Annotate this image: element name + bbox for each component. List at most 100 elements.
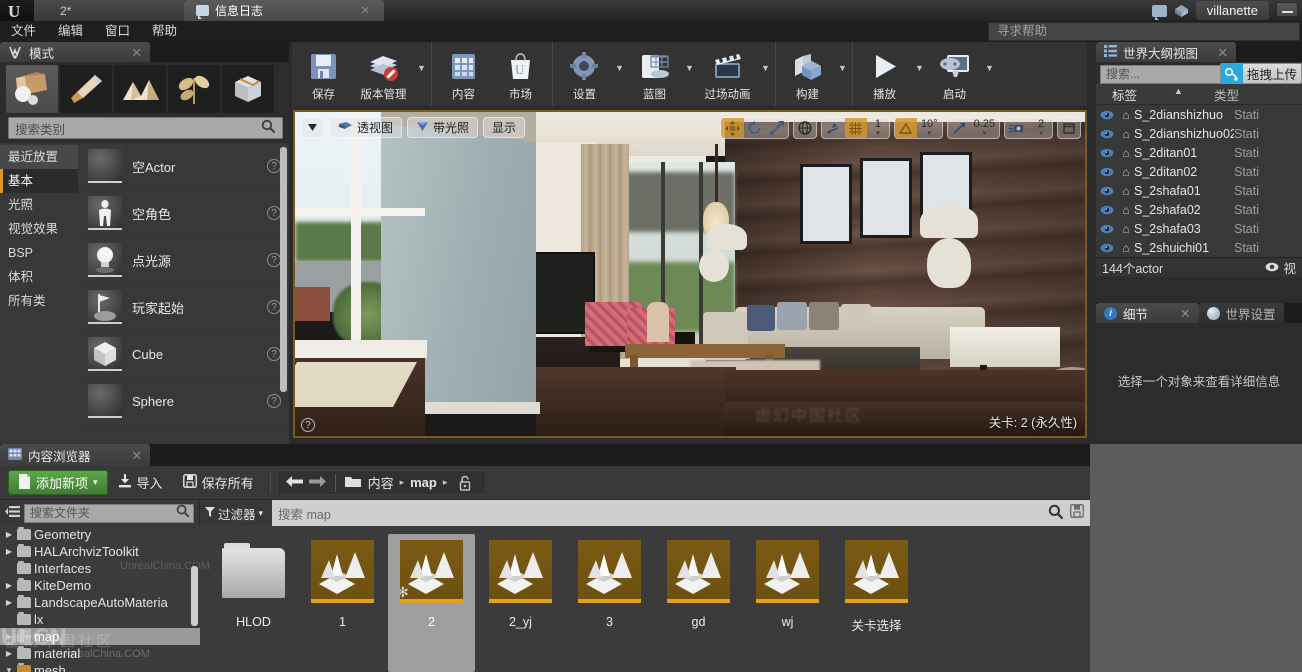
chevron-right-icon[interactable]: ▶ (4, 547, 14, 556)
scale-mode-button[interactable] (766, 118, 788, 138)
landscape-mode-button[interactable] (114, 65, 166, 113)
menu-edit[interactable]: 编辑 (47, 21, 94, 42)
modes-search-input[interactable]: 搜索类别 (8, 117, 283, 139)
filter-button[interactable]: 过滤器 ▾ (200, 500, 272, 526)
world-coords-button[interactable] (794, 118, 816, 138)
tree-node-geometry[interactable]: ▶ Geometry (0, 526, 200, 543)
folder-search-input[interactable]: 搜索文件夹 (24, 503, 194, 523)
eye-icon[interactable] (1096, 205, 1118, 215)
category-recently-placed[interactable]: 最近放置 (0, 145, 78, 169)
table-row[interactable]: ⌂ S_2ditan02 Stati (1096, 162, 1302, 181)
menu-window[interactable]: 窗口 (94, 21, 141, 42)
table-row[interactable]: ⌂ S_2shafa02 Stati (1096, 200, 1302, 219)
tree-node-landscapeautomaterial[interactable]: ▶ LandscapeAutoMateria (0, 594, 200, 611)
eye-icon[interactable] (1096, 148, 1118, 158)
rotation-snap-toggle[interactable] (894, 118, 917, 138)
tab-content-browser[interactable]: 内容浏览器 ✕ (0, 444, 150, 466)
help-icon[interactable]: ? (267, 159, 281, 173)
blueprint-button[interactable]: 蓝图 (626, 42, 683, 106)
tree-node-material[interactable]: ▶ material (0, 645, 200, 662)
category-volumes[interactable]: 体积 (0, 265, 78, 289)
arrow-right-icon[interactable] (308, 475, 326, 491)
build-button[interactable]: 构建 (779, 42, 836, 106)
foliage-mode-button[interactable] (168, 65, 220, 113)
chat-bubble-icon[interactable] (1151, 4, 1167, 20)
list-item[interactable]: 玩家起始 ? (78, 284, 289, 331)
table-row[interactable]: ⌂ S_2dianshizhuo Stati (1096, 105, 1302, 124)
asset-tile-level-selected[interactable]: ✻ 2 (388, 534, 475, 672)
close-icon[interactable]: ✕ (1208, 45, 1228, 60)
chevron-right-icon[interactable]: ▶ (4, 598, 14, 607)
chevron-right-icon[interactable]: ▶ (4, 632, 14, 641)
chevron-down-icon[interactable]: ▼ (415, 42, 428, 106)
maximize-viewport-button[interactable] (1058, 118, 1080, 138)
eye-icon[interactable] (1096, 110, 1118, 120)
scale-snap-toggle[interactable] (948, 118, 970, 138)
tab-details[interactable]: i 细节 ✕ (1096, 303, 1199, 323)
rotate-mode-button[interactable] (744, 118, 766, 138)
eye-icon[interactable] (1265, 261, 1279, 275)
launcher-icon[interactable] (1174, 4, 1189, 18)
column-label[interactable]: 标签 (1096, 85, 1214, 104)
place-mode-button[interactable] (6, 65, 58, 113)
help-icon[interactable]: ? (267, 347, 281, 361)
list-item[interactable]: Cube ? (78, 331, 289, 378)
tree-node-mesh[interactable]: ▼ mesh (0, 662, 200, 672)
help-search-input[interactable]: 寻求帮助 (988, 22, 1300, 41)
chevron-down-icon[interactable]: ▼ (983, 42, 996, 106)
view-show-button[interactable]: 显示 (483, 117, 526, 138)
chevron-down-icon[interactable]: ▼ (913, 42, 926, 106)
category-lights[interactable]: 光照 (0, 193, 78, 217)
tab-modes[interactable]: 模式 ✕ (0, 42, 150, 62)
asset-tile-level[interactable]: wj (744, 534, 831, 672)
paint-mode-button[interactable] (60, 65, 112, 113)
category-all-classes[interactable]: 所有类 (0, 289, 78, 313)
tree-node-interfaces[interactable]: Interfaces (0, 560, 200, 577)
scale-snap-value[interactable]: 0.25 ▾ (970, 118, 999, 138)
rotation-snap-value[interactable]: 10° ▾ (917, 118, 942, 138)
table-row[interactable]: ⌂ S_2shuichi01 Stati (1096, 238, 1302, 257)
tab-message-log[interactable]: 信息日志 ✕ (184, 0, 384, 21)
eye-icon[interactable] (1096, 167, 1118, 177)
minimize-icon[interactable] (1276, 2, 1298, 17)
help-icon[interactable]: ? (267, 394, 281, 408)
chevron-down-icon[interactable]: ▼ (759, 42, 772, 106)
asset-tile-level[interactable]: gd (655, 534, 742, 672)
asset-tile-level[interactable]: 2_yj (477, 534, 564, 672)
tree-node-map[interactable]: ▶ map (0, 628, 200, 645)
tab-project[interactable]: 2* (34, 0, 184, 21)
level-viewport[interactable]: 虚幻中国社区 透视图 带光照 显示 1 ▾ 10° ▾ 0.25 ▾ 2 ▾ ?… (293, 110, 1087, 438)
help-icon[interactable]: ? (267, 300, 281, 314)
chevron-down-icon[interactable]: ▼ (4, 666, 14, 672)
surface-snap-button[interactable] (822, 118, 845, 138)
category-visual-effects[interactable]: 视觉效果 (0, 217, 78, 241)
tree-node-halarchviztoolkit[interactable]: ▶ HALArchvizToolkit (0, 543, 200, 560)
unlock-icon[interactable] (453, 471, 477, 495)
view-perspective-button[interactable]: 透视图 (329, 117, 403, 138)
tree-toggle-icon[interactable] (5, 505, 20, 521)
asset-tile-level[interactable]: 关卡选择 (833, 534, 920, 672)
table-row[interactable]: ⌂ S_2shafa01 Stati (1096, 181, 1302, 200)
asset-search-input[interactable]: 搜索 map (272, 500, 1090, 526)
chevron-right-icon[interactable]: ▶ (4, 530, 14, 539)
list-item[interactable]: Sphere ? (78, 378, 289, 425)
tree-scrollbar[interactable] (191, 566, 198, 626)
eye-icon[interactable] (1096, 129, 1118, 139)
tab-world-settings[interactable]: 世界设置 (1198, 303, 1284, 323)
settings-button[interactable]: 设置 (556, 42, 613, 106)
save-small-icon[interactable] (1070, 503, 1084, 523)
camera-speed-toggle[interactable] (1005, 118, 1030, 138)
chevron-right-icon[interactable]: ▶ (4, 649, 14, 658)
arrow-left-icon[interactable] (285, 475, 303, 491)
content-button[interactable]: 内容 (435, 42, 492, 106)
eye-icon[interactable] (1096, 186, 1118, 196)
translate-mode-button[interactable] (720, 118, 744, 138)
play-button[interactable]: 播放 (856, 42, 913, 106)
help-icon[interactable]: ? (267, 253, 281, 267)
cinematics-button[interactable]: 过场动画 (696, 42, 759, 106)
chevron-down-icon[interactable]: ▼ (836, 42, 849, 106)
category-basic[interactable]: 基本 (0, 169, 78, 193)
category-bsp[interactable]: BSP (0, 241, 78, 265)
tree-node-lx[interactable]: lx (0, 611, 200, 628)
menu-file[interactable]: 文件 (0, 21, 47, 42)
